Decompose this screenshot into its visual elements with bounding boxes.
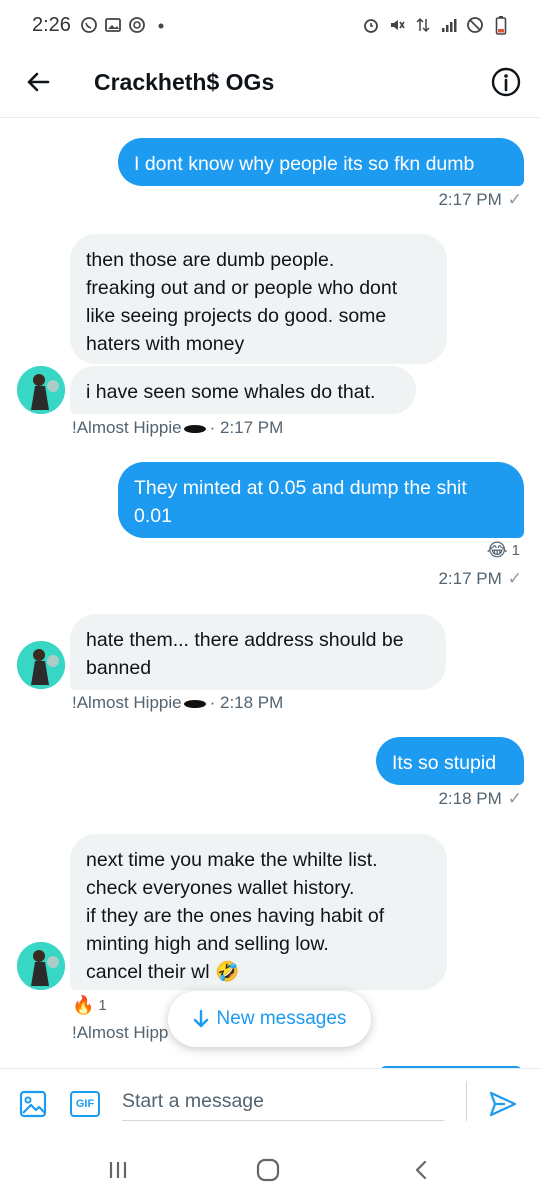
sent-check-icon: ✓ xyxy=(507,789,522,808)
message-bubble-outgoing[interactable]: Its so stupid xyxy=(376,737,524,785)
sent-check-icon: ✓ xyxy=(507,190,522,209)
avatar[interactable] xyxy=(17,942,65,990)
message-timestamp: 2:17 PM ✓ xyxy=(438,190,522,209)
media-button[interactable] xyxy=(16,1087,50,1121)
sender-emoji-icon xyxy=(183,424,206,433)
sender-name[interactable]: !Almost Hippie xyxy=(72,693,182,712)
home-button[interactable] xyxy=(248,1154,288,1186)
home-icon xyxy=(256,1158,280,1182)
sent-check-icon: ✓ xyxy=(507,569,522,588)
fire-emoji-icon: 🔥 xyxy=(72,995,95,1015)
new-messages-button[interactable]: New messages xyxy=(168,991,371,1047)
avatar-image xyxy=(17,942,65,990)
info-button[interactable] xyxy=(490,66,522,98)
sender-emoji-icon xyxy=(183,699,206,708)
send-button[interactable] xyxy=(486,1087,520,1121)
message-sender-meta: !Almost Hippie · 2:18 PM xyxy=(72,693,284,712)
message-sender-meta: !Almost Hipp xyxy=(72,1023,168,1043)
sender-name[interactable]: !Almost Hippie xyxy=(72,418,182,437)
info-icon xyxy=(491,67,521,97)
conversation-header: Crackheth$ OGs xyxy=(0,52,540,118)
message-sender-meta: !Almost Hippie · 2:17 PM xyxy=(72,418,284,437)
sync-icon xyxy=(128,16,146,34)
recent-apps-button[interactable] xyxy=(98,1154,138,1186)
gif-button[interactable]: GIF xyxy=(68,1087,102,1121)
new-messages-label: New messages xyxy=(216,1008,347,1029)
message-reaction[interactable]: 🔥 1 xyxy=(72,995,107,1016)
message-bubble-incoming[interactable]: next time you make the whilte list. chec… xyxy=(70,834,447,990)
signal-icon xyxy=(440,16,458,34)
message-input[interactable] xyxy=(122,1083,444,1121)
message-timestamp: 2:18 PM ✓ xyxy=(438,789,522,808)
system-icons xyxy=(362,16,510,35)
sender-name[interactable]: !Almost Hipp xyxy=(72,1023,168,1042)
arrow-left-icon xyxy=(27,72,50,92)
message-timestamp: 2:17 PM ✓ xyxy=(438,569,522,588)
battery-icon xyxy=(492,16,510,35)
message-bubble-outgoing[interactable]: They minted at 0.05 and dump the shit 0.… xyxy=(118,462,524,538)
avatar-image xyxy=(17,366,65,414)
gallery-icon xyxy=(104,16,122,34)
dnd-icon xyxy=(466,16,484,34)
alarm-icon xyxy=(362,16,380,34)
dot-icon xyxy=(152,16,170,34)
status-time: 2:26 xyxy=(32,14,71,36)
conversation-title[interactable]: Crackheth$ OGs xyxy=(94,69,274,96)
message-bubble-incoming[interactable]: then those are dumb people. freaking out… xyxy=(70,234,447,364)
avatar[interactable] xyxy=(17,366,65,414)
gif-icon: GIF xyxy=(70,1091,100,1117)
message-bubble-incoming[interactable]: hate them... there address should be ban… xyxy=(70,614,446,690)
notification-icons xyxy=(80,16,170,34)
arrow-down-icon xyxy=(193,1009,208,1028)
message-reaction[interactable]: 😂 1 xyxy=(487,540,520,561)
message-bubble-incoming[interactable]: i have seen some whales do that. xyxy=(70,366,416,414)
message-composer: GIF xyxy=(0,1068,540,1140)
avatar-image xyxy=(17,641,65,689)
composer-divider xyxy=(466,1081,467,1121)
chevron-left-icon xyxy=(415,1160,427,1180)
avatar[interactable] xyxy=(17,641,65,689)
laughing-emoji-icon: 😂 xyxy=(486,540,508,560)
message-bubble-outgoing[interactable]: I dont know why people its so fkn dumb xyxy=(118,138,524,186)
recent-apps-icon xyxy=(109,1162,127,1178)
system-nav-bar xyxy=(0,1140,540,1200)
image-icon xyxy=(19,1090,47,1118)
send-icon xyxy=(489,1091,517,1117)
data-icon xyxy=(414,16,432,34)
back-button[interactable] xyxy=(22,66,54,98)
back-nav-button[interactable] xyxy=(402,1154,442,1186)
whatsapp-icon xyxy=(80,16,98,34)
status-bar: 2:26 xyxy=(0,0,540,52)
mute-icon xyxy=(388,16,406,34)
